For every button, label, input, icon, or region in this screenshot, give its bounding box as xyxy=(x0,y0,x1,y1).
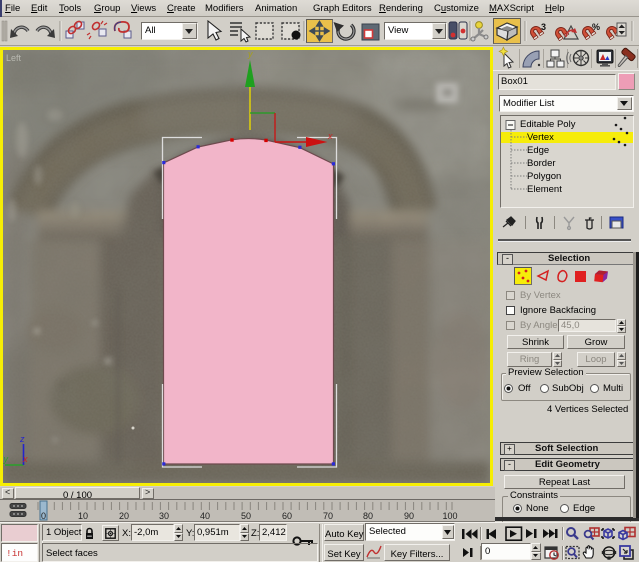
svg-text:90: 90 xyxy=(404,511,414,521)
svg-text:y: y xyxy=(3,454,9,464)
svg-text:z: z xyxy=(19,434,25,444)
svg-text:30: 30 xyxy=(159,511,169,521)
svg-text:y: y xyxy=(247,50,253,59)
svg-text:10: 10 xyxy=(78,511,88,521)
svg-text:70: 70 xyxy=(323,511,333,521)
svg-text:0: 0 xyxy=(41,511,46,521)
svg-text:20: 20 xyxy=(119,511,129,521)
svg-text:80: 80 xyxy=(363,511,373,521)
svg-text:40: 40 xyxy=(200,511,210,521)
svg-text:50: 50 xyxy=(241,511,251,521)
svg-text:100: 100 xyxy=(442,511,457,521)
svg-text:3: 3 xyxy=(541,22,546,32)
svg-text:%: % xyxy=(592,22,600,32)
svg-text:x: x xyxy=(327,131,333,141)
svg-text:x: x xyxy=(22,454,28,464)
svg-text:60: 60 xyxy=(282,511,292,521)
svg-text:Left: Left xyxy=(6,53,22,63)
